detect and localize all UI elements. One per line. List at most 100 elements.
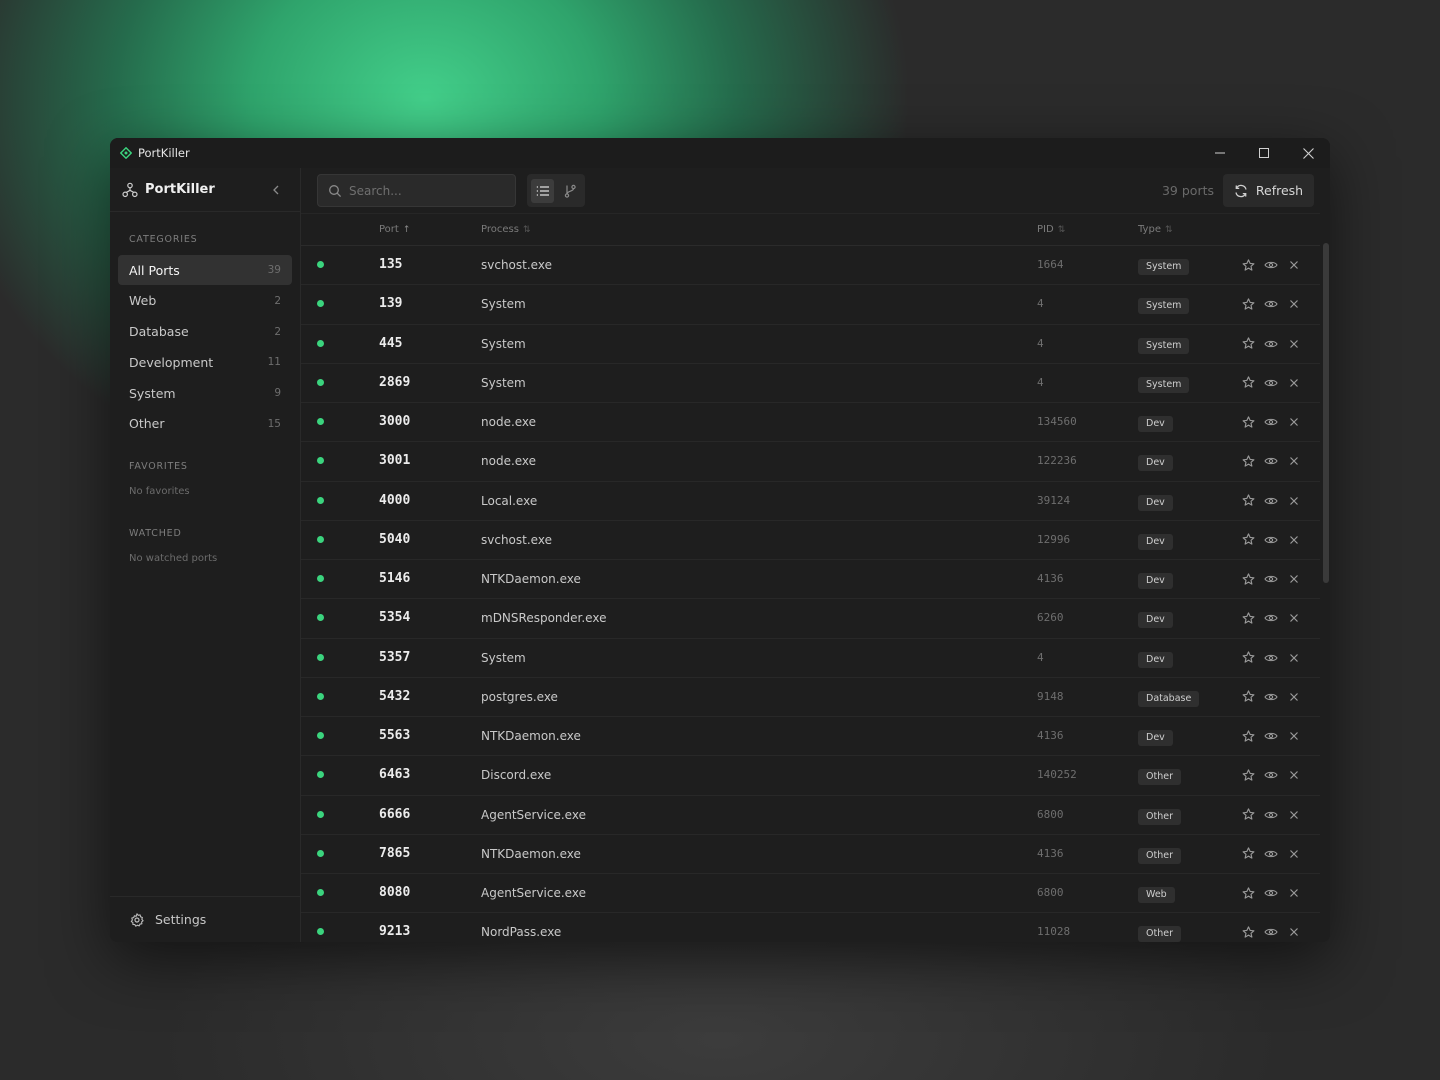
watch-eye-icon[interactable] (1264, 611, 1278, 625)
kill-port-close-icon[interactable] (1287, 258, 1301, 272)
watch-eye-icon[interactable] (1264, 258, 1278, 272)
watch-eye-icon[interactable] (1264, 376, 1278, 390)
category-count: 11 (267, 356, 281, 369)
table-row[interactable]: 139 System 4 System (301, 285, 1320, 325)
table-row[interactable]: 7865 NTKDaemon.exe 4136 Other (301, 835, 1320, 874)
favorite-star-icon[interactable] (1241, 572, 1255, 586)
sidebar-item-development[interactable]: Development 11 (118, 347, 292, 377)
table-row[interactable]: 3000 node.exe 134560 Dev (301, 403, 1320, 443)
watch-eye-icon[interactable] (1264, 847, 1278, 861)
tree-view-button[interactable] (558, 179, 581, 203)
kill-port-close-icon[interactable] (1287, 729, 1301, 743)
table-scrollbar[interactable] (1323, 243, 1329, 583)
table-row[interactable]: 2869 System 4 System (301, 364, 1320, 403)
category-count: 2 (274, 294, 281, 307)
watch-eye-icon[interactable] (1264, 572, 1278, 586)
watch-eye-icon[interactable] (1264, 415, 1278, 429)
column-header-port[interactable]: Port ↑ (379, 224, 410, 235)
kill-port-close-icon[interactable] (1287, 494, 1301, 508)
maximize-button[interactable] (1242, 138, 1286, 168)
minimize-button[interactable] (1198, 138, 1242, 168)
kill-port-close-icon[interactable] (1287, 297, 1301, 311)
sidebar-item-web[interactable]: Web 2 (118, 286, 292, 316)
column-header-type[interactable]: Type ⇅ (1138, 224, 1173, 235)
favorite-star-icon[interactable] (1241, 690, 1255, 704)
favorite-star-icon[interactable] (1241, 886, 1255, 900)
process-name: NTKDaemon.exe (481, 729, 581, 743)
watch-eye-icon[interactable] (1264, 337, 1278, 351)
watch-eye-icon[interactable] (1264, 533, 1278, 547)
refresh-button[interactable]: Refresh (1223, 174, 1314, 207)
table-row[interactable]: 8080 AgentService.exe 6800 Web (301, 874, 1320, 914)
favorite-star-icon[interactable] (1241, 258, 1255, 272)
kill-port-close-icon[interactable] (1287, 454, 1301, 468)
favorite-star-icon[interactable] (1241, 768, 1255, 782)
watch-eye-icon[interactable] (1264, 494, 1278, 508)
close-window-button[interactable] (1286, 138, 1330, 168)
favorite-star-icon[interactable] (1241, 297, 1255, 311)
watch-eye-icon[interactable] (1264, 454, 1278, 468)
list-view-button[interactable] (531, 178, 554, 203)
kill-port-close-icon[interactable] (1287, 572, 1301, 586)
favorite-star-icon[interactable] (1241, 494, 1255, 508)
sidebar-item-other[interactable]: Other 15 (118, 409, 292, 439)
search-box[interactable] (317, 174, 516, 207)
kill-port-close-icon[interactable] (1287, 847, 1301, 861)
table-row[interactable]: 6463 Discord.exe 140252 Other (301, 756, 1320, 796)
kill-port-close-icon[interactable] (1287, 611, 1301, 625)
favorite-star-icon[interactable] (1241, 729, 1255, 743)
type-badge: Database (1138, 690, 1200, 707)
favorite-star-icon[interactable] (1241, 651, 1255, 665)
kill-port-close-icon[interactable] (1287, 337, 1301, 351)
table-row[interactable]: 3001 node.exe 122236 Dev (301, 442, 1320, 482)
favorite-star-icon[interactable] (1241, 376, 1255, 390)
table-row[interactable]: 445 System 4 System (301, 325, 1320, 364)
table-row[interactable]: 5563 NTKDaemon.exe 4136 Dev (301, 717, 1320, 757)
favorite-star-icon[interactable] (1241, 454, 1255, 468)
table-row[interactable]: 5432 postgres.exe 9148 Database (301, 678, 1320, 717)
kill-port-close-icon[interactable] (1287, 925, 1301, 939)
table-row[interactable]: 5040 svchost.exe 12996 Dev (301, 521, 1320, 560)
table-row[interactable]: 5354 mDNSResponder.exe 6260 Dev (301, 599, 1320, 639)
table-row[interactable]: 4000 Local.exe 39124 Dev (301, 482, 1320, 521)
column-header-process[interactable]: Process ⇅ (481, 224, 530, 235)
table-row[interactable]: 5357 System 4 Dev (301, 639, 1320, 678)
watch-eye-icon[interactable] (1264, 297, 1278, 311)
kill-port-close-icon[interactable] (1287, 376, 1301, 390)
sidebar-item-all-ports[interactable]: All Ports 39 (118, 255, 292, 285)
watch-eye-icon[interactable] (1264, 690, 1278, 704)
settings-button[interactable]: Settings (110, 896, 300, 942)
watch-eye-icon[interactable] (1264, 886, 1278, 900)
favorite-star-icon[interactable] (1241, 925, 1255, 939)
kill-port-close-icon[interactable] (1287, 690, 1301, 704)
watch-eye-icon[interactable] (1264, 651, 1278, 665)
favorite-star-icon[interactable] (1241, 611, 1255, 625)
kill-port-close-icon[interactable] (1287, 415, 1301, 429)
pid-value: 9148 (1037, 689, 1064, 703)
table-row[interactable]: 9213 NordPass.exe 11028 Other (301, 913, 1320, 942)
watch-eye-icon[interactable] (1264, 729, 1278, 743)
favorite-star-icon[interactable] (1241, 415, 1255, 429)
favorite-star-icon[interactable] (1241, 808, 1255, 822)
favorite-star-icon[interactable] (1241, 533, 1255, 547)
sidebar-header: PortKiller (110, 168, 300, 212)
watch-eye-icon[interactable] (1264, 768, 1278, 782)
watch-eye-icon[interactable] (1264, 925, 1278, 939)
favorite-star-icon[interactable] (1241, 337, 1255, 351)
kill-port-close-icon[interactable] (1287, 533, 1301, 547)
table-row[interactable]: 135 svchost.exe 1664 System (301, 246, 1320, 286)
process-name: NTKDaemon.exe (481, 846, 581, 861)
kill-port-close-icon[interactable] (1287, 808, 1301, 822)
watch-eye-icon[interactable] (1264, 808, 1278, 822)
sidebar-item-database[interactable]: Database 2 (118, 317, 292, 347)
column-header-pid[interactable]: PID ⇅ (1037, 224, 1065, 235)
table-row[interactable]: 6666 AgentService.exe 6800 Other (301, 796, 1320, 835)
favorite-star-icon[interactable] (1241, 847, 1255, 861)
collapse-sidebar-button[interactable] (268, 182, 284, 198)
kill-port-close-icon[interactable] (1287, 651, 1301, 665)
kill-port-close-icon[interactable] (1287, 768, 1301, 782)
sidebar-item-system[interactable]: System 9 (118, 378, 292, 408)
kill-port-close-icon[interactable] (1287, 886, 1301, 900)
search-input[interactable] (349, 183, 499, 198)
table-row[interactable]: 5146 NTKDaemon.exe 4136 Dev (301, 560, 1320, 600)
